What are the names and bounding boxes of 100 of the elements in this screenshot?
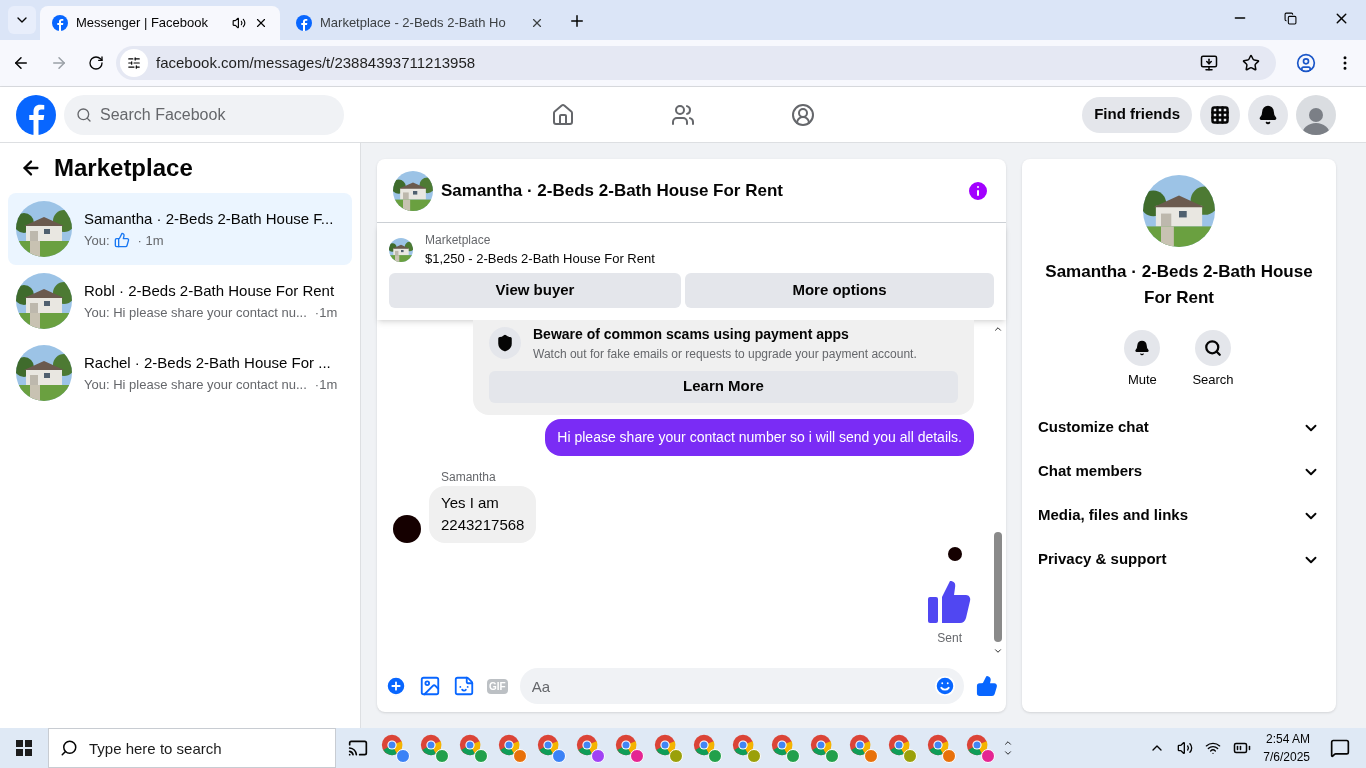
details-title: Samantha · 2-Beds 2-Bath House For Rent — [1044, 261, 1314, 309]
sent-status: Sent — [937, 629, 962, 647]
browser-app-icon[interactable] — [731, 733, 755, 757]
browser-app-icon[interactable] — [887, 733, 911, 757]
browser-app-icon[interactable] — [770, 733, 794, 757]
profile-avatar[interactable] — [1296, 94, 1336, 135]
chat-title: Samantha · 2-Beds 2-Bath House For Rent — [441, 179, 784, 202]
browser-app-icon[interactable] — [809, 733, 833, 757]
browser-app-icon[interactable] — [692, 733, 716, 757]
listing-action-button[interactable]: View buyer — [389, 272, 681, 308]
browser-app-icon[interactable] — [575, 733, 599, 757]
sent-message-bubble: Hi please share your contact number so i will send you all details. — [545, 418, 974, 456]
bookmark-star-icon[interactable] — [1242, 54, 1260, 72]
profile-icon[interactable] — [1296, 53, 1316, 73]
wifi-icon[interactable] — [1205, 740, 1222, 756]
chat-name: Samantha · 2-Beds 2-Bath House F... — [84, 209, 334, 229]
groups-icon[interactable] — [791, 102, 816, 127]
chat-preview: You: Hi please share your contact nu... — [84, 375, 307, 394]
friends-icon[interactable] — [671, 102, 696, 127]
browser-app-icon[interactable] — [419, 733, 443, 757]
chat-name: Rachel · 2-Beds 2-Bath House For ... — [84, 353, 332, 373]
search-icon — [1204, 339, 1222, 357]
browser-app-icon[interactable] — [458, 733, 482, 757]
shield-icon — [489, 327, 521, 359]
url-text: facebook.com/messages/t/23884393711213958 — [156, 52, 477, 73]
reload-icon[interactable] — [88, 55, 104, 71]
add-icon[interactable] — [385, 675, 407, 697]
browser-app-icon[interactable] — [497, 733, 521, 757]
section-title: Chat members — [1038, 461, 1143, 482]
scroll-down-icon[interactable] — [1003, 748, 1013, 758]
chat-list-item[interactable]: Rachel · 2-Beds 2-Bath House For ... You: Hi please share your contact nu... ·1m — [8, 337, 352, 409]
browser-app-icon[interactable] — [926, 733, 950, 757]
listing-action-button[interactable]: More options — [685, 272, 994, 308]
emoji-icon[interactable] — [934, 675, 956, 697]
restore-icon[interactable] — [1284, 12, 1297, 25]
action-label: Mute — [1127, 371, 1157, 389]
message-input[interactable]: Aa — [519, 668, 964, 704]
browser-app-icon[interactable] — [965, 733, 989, 757]
received-message-bubble: Yes I am 2243217568 — [429, 485, 537, 543]
clock-time[interactable]: 2:54 AM — [1265, 730, 1310, 748]
thumbs-up-icon — [113, 232, 130, 249]
speaker-icon[interactable] — [232, 16, 246, 30]
facebook-logo-icon — [52, 15, 68, 31]
section-title: Customize chat — [1038, 417, 1149, 438]
scrollbar-thumb[interactable] — [994, 532, 1002, 642]
learn-more-button[interactable]: Learn More — [489, 370, 958, 403]
chat-preview: You: — [84, 231, 110, 250]
browser-tab[interactable]: Messenger | Facebook — [40, 6, 280, 40]
back-icon[interactable] — [12, 54, 30, 72]
clock-date[interactable]: 7/6/2025 — [1263, 748, 1310, 766]
menu-button[interactable] — [1200, 94, 1240, 135]
bell-icon — [1134, 340, 1151, 356]
browser-app-icon[interactable] — [848, 733, 872, 757]
details-section[interactable]: Customize chat — [1038, 405, 1320, 450]
find-friends-button[interactable]: Find friends — [1082, 96, 1192, 133]
chat-list-item[interactable]: Samantha · 2-Beds 2-Bath House F... You: · 1m — [8, 193, 352, 265]
listing-label: Marketplace — [425, 232, 492, 249]
tab-search-button[interactable] — [8, 6, 36, 34]
facebook-logo-icon — [296, 15, 312, 31]
close-icon[interactable] — [254, 16, 268, 30]
like-button-icon[interactable] — [976, 675, 998, 697]
notice-text: Watch out for fake emails or requests to upgrade your payment account. — [533, 345, 917, 363]
seen-avatar — [948, 546, 962, 561]
sticker-icon[interactable] — [453, 675, 475, 697]
sender-avatar — [393, 514, 421, 543]
chat-time: ·1m — [314, 375, 338, 394]
chat-preview: You: Hi please share your contact nu... — [84, 303, 307, 322]
chat-time: · 1m — [137, 231, 164, 250]
photo-icon[interactable] — [419, 675, 441, 697]
browser-app-icon[interactable] — [614, 733, 638, 757]
listing-title: $1,250 - 2-Beds 2-Bath House For Rent — [425, 250, 655, 268]
site-info-icon[interactable] — [120, 49, 148, 77]
details-section[interactable]: Media, files and links — [1038, 493, 1320, 538]
details-section[interactable]: Privacy & support — [1038, 537, 1320, 582]
chat-name: Robl · 2-Beds 2-Bath House For Rent — [84, 281, 336, 301]
search-icon — [76, 106, 92, 123]
tab-title: Messenger | Facebook — [76, 14, 208, 33]
install-icon[interactable] — [1200, 54, 1218, 72]
scroll-down-icon[interactable] — [993, 646, 1003, 656]
notifications-button[interactable] — [1248, 94, 1288, 135]
search-icon — [60, 739, 78, 757]
browser-tab[interactable]: Marketplace - 2-Beds 2-Bath Ho — [284, 6, 556, 40]
address-bar[interactable]: facebook.com/messages/t/23884393711213958 — [116, 46, 1276, 80]
chat-list-item[interactable]: Robl · 2-Beds 2-Bath House For Rent You: Hi please share your contact nu... ·1m — [8, 265, 352, 337]
browser-app-icon[interactable] — [653, 733, 677, 757]
taskbar-search-field[interactable]: Type here to search — [48, 728, 336, 768]
chat-time: ·1m — [314, 303, 338, 322]
mute-button[interactable] — [1124, 330, 1161, 366]
details-section[interactable]: Chat members — [1038, 449, 1320, 494]
browser-app-icon[interactable] — [380, 733, 404, 757]
search-button[interactable] — [1195, 330, 1231, 366]
home-icon[interactable] — [551, 102, 576, 127]
tab-title: Marketplace - 2-Beds 2-Bath Ho — [320, 14, 506, 33]
volume-icon[interactable] — [1177, 740, 1194, 756]
scroll-up-icon[interactable] — [1003, 738, 1013, 748]
facebook-logo-icon[interactable] — [16, 94, 56, 135]
bell-icon — [1258, 104, 1278, 125]
notifications-icon[interactable] — [1330, 738, 1350, 758]
browser-app-icon[interactable] — [536, 733, 560, 757]
search-field[interactable]: Search Facebook — [64, 94, 344, 135]
